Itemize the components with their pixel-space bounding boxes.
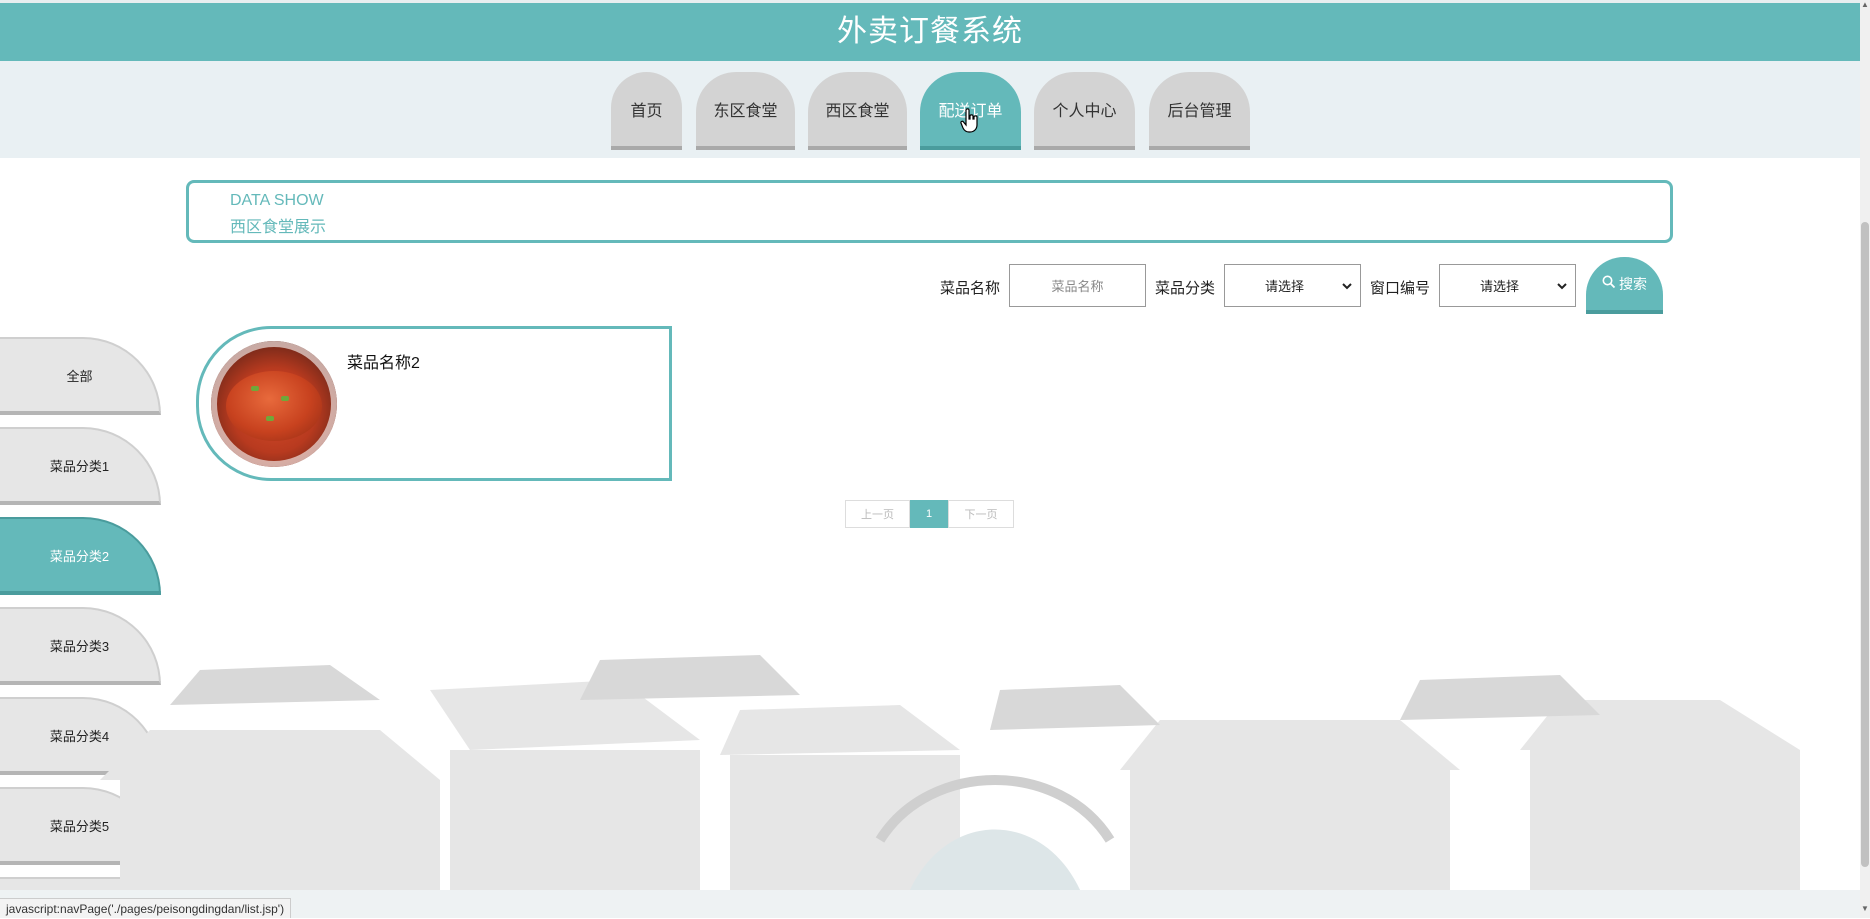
dish-category-value: 请选择 <box>1265 279 1305 294</box>
nav-tab-east-canteen[interactable]: 东区食堂 <box>696 72 795 150</box>
product-name[interactable]: 菜品名称2 <box>347 349 420 373</box>
next-page-button[interactable]: 下一页 <box>948 500 1014 528</box>
dish-name-label: 菜品名称 <box>940 280 1001 297</box>
nav-tab-west-canteen[interactable]: 西区食堂 <box>808 72 907 150</box>
nav-tab-personal-center[interactable]: 个人中心 <box>1034 72 1135 150</box>
current-page[interactable]: 1 <box>910 500 948 528</box>
scroll-down-arrow-icon[interactable]: ▼ <box>1860 904 1870 918</box>
nav-tab-admin[interactable]: 后台管理 <box>1149 72 1250 150</box>
product-image[interactable] <box>211 341 337 467</box>
dish-name-placeholder: 菜品名称 <box>1051 279 1104 294</box>
scrollbar-thumb[interactable] <box>1861 222 1869 867</box>
search-button-label: 搜索 <box>1619 275 1647 292</box>
nav-tab-home[interactable]: 首页 <box>611 72 682 150</box>
category-all[interactable]: 全部 <box>0 337 161 415</box>
window-number-value: 请选择 <box>1480 279 1520 294</box>
village-background-illustration <box>0 655 1860 918</box>
dish-category-label: 菜品分类 <box>1155 280 1216 297</box>
data-show-banner: DATA SHOW 西区食堂展示 <box>186 180 1673 243</box>
product-card[interactable]: 菜品名称2 <box>196 326 672 481</box>
site-header: 外卖订餐系统 <box>0 3 1860 61</box>
dish-name-input[interactable]: 菜品名称 <box>1009 264 1146 307</box>
prev-page-button[interactable]: 上一页 <box>845 500 910 528</box>
window-number-label: 窗口编号 <box>1370 280 1431 297</box>
dish-category-select[interactable]: 请选择 <box>1224 264 1361 307</box>
plate-rim <box>211 341 337 467</box>
data-show-subtitle: 西区食堂展示 <box>230 219 327 236</box>
hand-pointer-icon <box>960 108 980 140</box>
data-show-title: DATA SHOW <box>230 192 324 209</box>
category-2[interactable]: 菜品分类2 <box>0 517 161 595</box>
category-1[interactable]: 菜品分类1 <box>0 427 161 505</box>
search-icon <box>1602 275 1616 293</box>
chevron-down-icon <box>1342 279 1352 293</box>
window-number-select[interactable]: 请选择 <box>1439 264 1576 307</box>
site-title: 外卖订餐系统 <box>837 15 1023 48</box>
chevron-down-icon <box>1557 279 1567 293</box>
scroll-up-arrow-icon[interactable]: ▲ <box>1860 0 1870 14</box>
search-button[interactable]: 搜索 <box>1586 257 1663 314</box>
browser-status-bar: javascript:navPage('./pages/peisongdingd… <box>0 898 292 918</box>
